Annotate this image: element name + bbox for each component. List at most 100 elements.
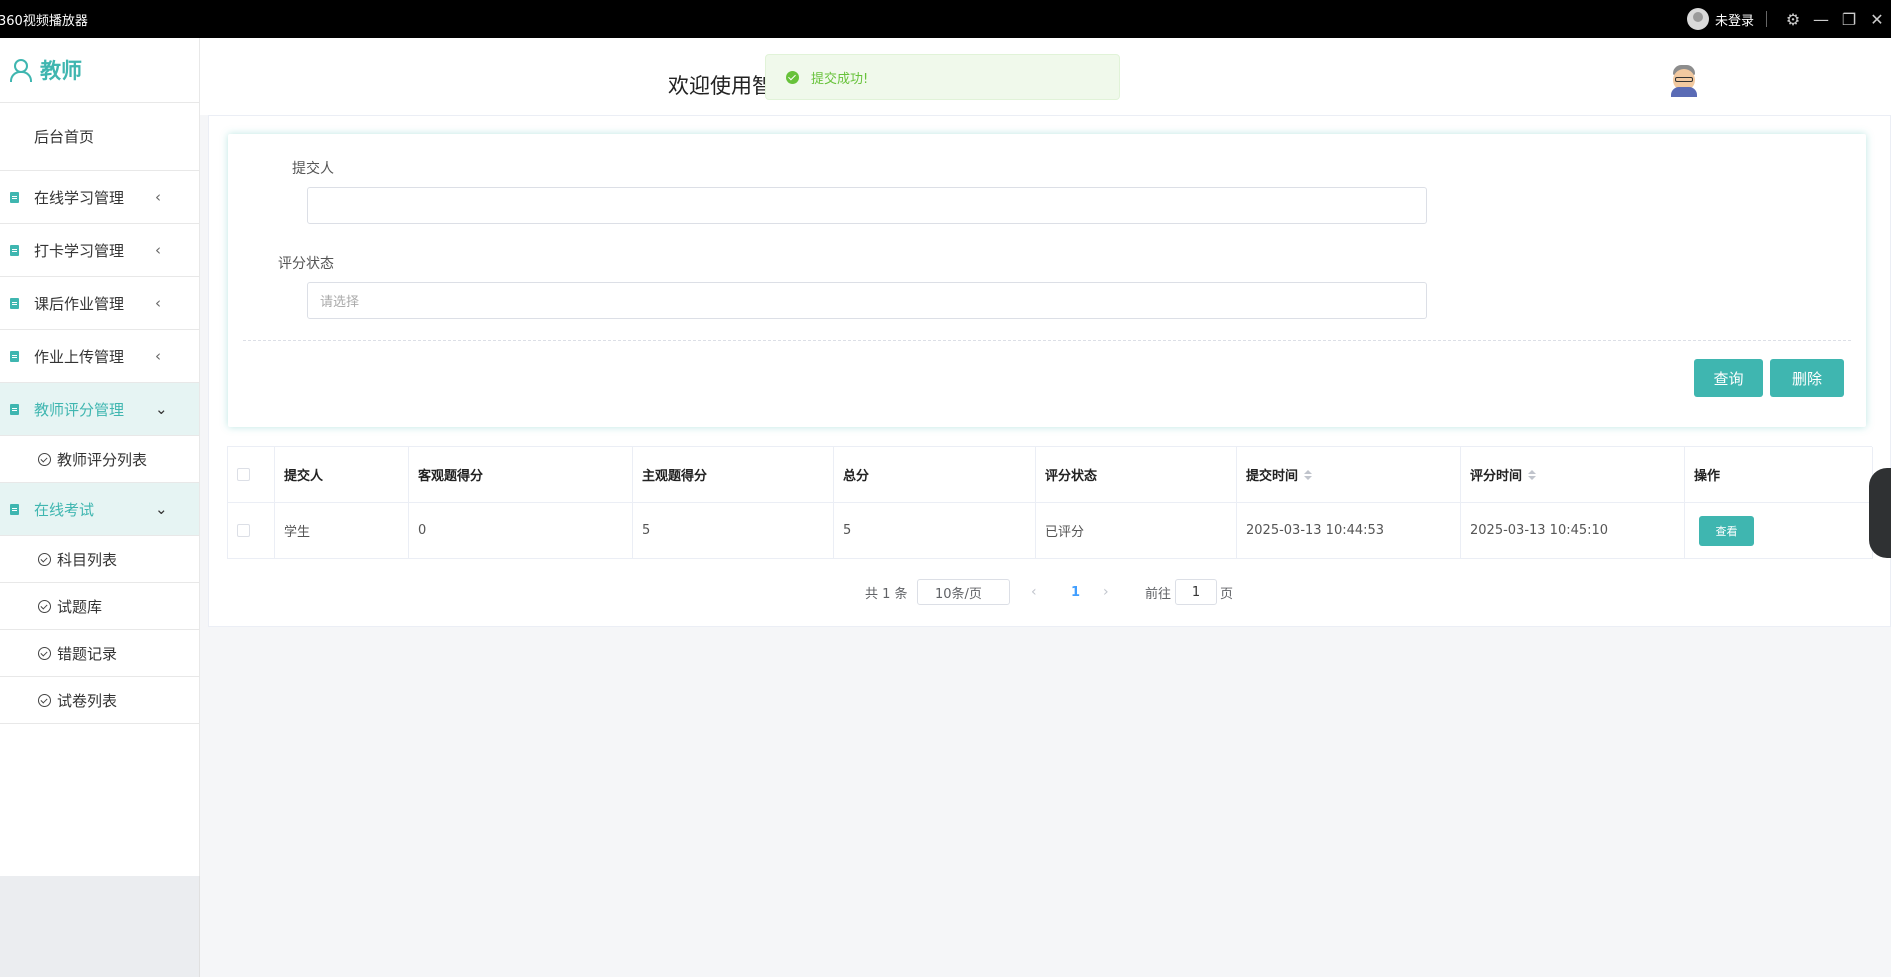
welcome-text: 欢迎使用智 [668, 74, 773, 98]
brand-title: 教师 [40, 59, 82, 83]
cell-submitter: 学生 [275, 503, 409, 558]
column-header-sortable[interactable]: 提交时间 [1237, 447, 1461, 502]
sidebar-item-homework-upload[interactable]: 作业上传管理 ‹ [0, 330, 199, 383]
column-header: 操作 [1685, 447, 1873, 502]
page-unit-label: 页 [1220, 586, 1234, 602]
column-header-sortable[interactable]: 评分时间 [1461, 447, 1685, 502]
sort-icon[interactable] [1528, 469, 1537, 480]
titlebar-divider [1766, 11, 1767, 27]
document-icon [10, 403, 19, 415]
next-page-button[interactable]: › [1103, 579, 1109, 605]
view-button[interactable]: 查看 [1699, 515, 1754, 546]
sidebar-item-label: 在线考试 [34, 500, 95, 519]
success-check-icon [786, 70, 799, 84]
settings-gear-icon[interactable]: ⚙ [1779, 0, 1807, 38]
sidebar-brand: 教师 [0, 38, 199, 103]
user-icon [10, 59, 32, 82]
sidebar-item-label: 在线学习管理 [34, 188, 125, 207]
sort-icon[interactable] [1304, 469, 1313, 480]
column-header: 评分状态 [1036, 447, 1237, 502]
titlebar-controls: 未登录 ⚙ — ❐ ✕ [1686, 0, 1891, 38]
user-avatar-icon[interactable] [1686, 8, 1709, 30]
sidebar-subitem-grading-list[interactable]: 教师评分列表 [0, 436, 199, 483]
sidebar-subitem-label: 错题记录 [57, 644, 118, 663]
check-circle-icon [38, 552, 51, 566]
prev-page-button[interactable]: ‹ [1031, 579, 1037, 605]
sidebar-item-online-exam[interactable]: 在线考试 ⌄ [0, 483, 199, 536]
submitter-input[interactable] [307, 187, 1427, 224]
submitter-label: 提交人 [292, 161, 334, 177]
current-page[interactable]: 1 [1071, 579, 1080, 605]
chevron-left-icon: ‹ [155, 188, 161, 206]
form-divider [243, 340, 1851, 341]
check-circle-icon [38, 693, 51, 707]
sidebar-subitem-question-bank[interactable]: 试题库 [0, 583, 199, 630]
side-drawer-handle[interactable] [1869, 468, 1891, 558]
sidebar-subitem-label: 教师评分列表 [57, 450, 148, 469]
grading-table: 提交人 客观题得分 主观题得分 总分 评分状态 提交时间 评分时间 操作 学生 … [227, 446, 1873, 559]
window-titlebar: 360视频播放器 未登录 ⚙ — ❐ ✕ [0, 0, 1891, 38]
check-circle-icon [38, 646, 51, 660]
sidebar-item-teacher-grading[interactable]: 教师评分管理 ⌄ [0, 383, 199, 436]
column-header: 客观题得分 [409, 447, 633, 502]
sidebar-item-label: 作业上传管理 [34, 347, 125, 366]
success-toast: 提交成功! [765, 54, 1120, 100]
cell-objective-score: 0 [409, 503, 633, 558]
grading-status-label: 评分状态 [278, 256, 334, 272]
column-header-label: 提交时间 [1246, 469, 1299, 484]
pagination-total: 共 1 条 [865, 586, 908, 602]
chevron-left-icon: ‹ [155, 241, 161, 259]
sidebar-item-checkin-learning[interactable]: 打卡学习管理 ‹ [0, 224, 199, 277]
select-placeholder: 请选择 [320, 295, 360, 310]
document-icon [10, 191, 19, 203]
select-all-cell [228, 447, 275, 502]
sidebar-item-label: 打卡学习管理 [34, 241, 125, 260]
sidebar-footer-area [0, 876, 200, 977]
delete-button[interactable]: 删除 [1770, 359, 1844, 397]
table-row: 学生 0 5 5 已评分 2025-03-13 10:44:53 2025-03… [228, 503, 1873, 559]
column-header: 总分 [834, 447, 1036, 502]
sidebar-item-online-learning[interactable]: 在线学习管理 ‹ [0, 171, 199, 224]
column-header-label: 评分时间 [1470, 469, 1523, 484]
chevron-down-icon: ⌄ [155, 500, 168, 518]
row-select-cell [228, 503, 275, 558]
close-icon[interactable]: ✕ [1863, 0, 1891, 38]
toast-message: 提交成功! [811, 71, 869, 87]
restore-icon[interactable]: ❐ [1835, 0, 1863, 38]
window-title: 360视频播放器 [0, 13, 88, 29]
grading-status-select[interactable]: 请选择 [307, 282, 1427, 319]
page-size-select[interactable]: 10条/页 [917, 579, 1010, 605]
cell-total: 5 [834, 503, 1036, 558]
cell-score-time: 2025-03-13 10:45:10 [1461, 503, 1685, 558]
column-header: 提交人 [275, 447, 409, 502]
sidebar-subitem-label: 试题库 [57, 597, 103, 616]
row-checkbox[interactable] [237, 524, 250, 537]
check-circle-icon [38, 599, 51, 613]
table-header-row: 提交人 客观题得分 主观题得分 总分 评分状态 提交时间 评分时间 操作 [228, 447, 1873, 503]
minimize-icon[interactable]: — [1807, 0, 1835, 38]
sidebar-subitem-wrong-answers[interactable]: 错题记录 [0, 630, 199, 677]
goto-page-input[interactable]: 1 [1175, 579, 1217, 605]
sidebar-item-homework[interactable]: 课后作业管理 ‹ [0, 277, 199, 330]
cell-submit-time: 2025-03-13 10:44:53 [1237, 503, 1461, 558]
chevron-down-icon: ⌄ [155, 400, 168, 418]
sidebar-subitem-subjects[interactable]: 科目列表 [0, 536, 199, 583]
select-all-checkbox[interactable] [237, 468, 250, 481]
avatar[interactable] [1669, 63, 1699, 97]
sidebar-subitem-label: 试卷列表 [57, 691, 118, 710]
column-header: 主观题得分 [633, 447, 834, 502]
document-icon [10, 244, 19, 256]
search-form-card [228, 134, 1866, 427]
login-status[interactable]: 未登录 [1715, 10, 1754, 29]
goto-label: 前往 [1145, 586, 1172, 602]
document-icon [10, 350, 19, 362]
sidebar-subitem-paper-list[interactable]: 试卷列表 [0, 677, 199, 724]
sidebar-item-label: 课后作业管理 [34, 294, 125, 313]
cell-subjective-score: 5 [633, 503, 834, 558]
query-button[interactable]: 查询 [1694, 359, 1763, 397]
sidebar-item-home[interactable]: 后台首页 [0, 103, 199, 171]
check-circle-icon [38, 452, 51, 466]
chevron-left-icon: ‹ [155, 347, 161, 365]
document-icon [10, 503, 19, 515]
chevron-left-icon: ‹ [155, 294, 161, 312]
